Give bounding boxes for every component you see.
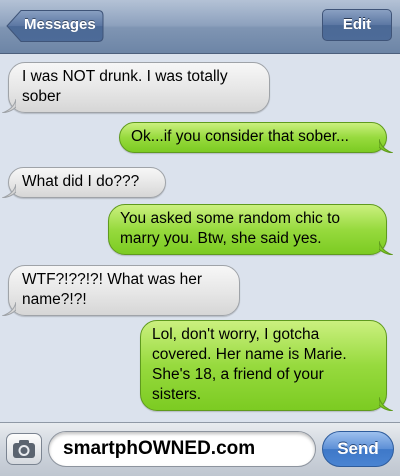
message-text-line: She's 18, a friend of your [152,366,324,383]
bubble-tail [2,302,16,316]
bubble-tail [2,184,16,198]
message-text-field[interactable]: smartphOWNED.com [48,431,316,467]
message-text-line: marry you. Btw, she said yes. [120,230,322,247]
bubble-tail [379,397,393,411]
send-button[interactable]: Send [322,431,394,467]
message-text-line: I was NOT drunk. I was totally [22,68,228,85]
navigation-bar: Messages Edit [0,0,400,54]
message-text-line: WTF?!??!?! What was her [22,271,203,288]
back-button[interactable]: Messages [6,9,104,43]
message-bubble-sent: Ok...if you consider that sober... [119,122,393,153]
message-text-line: sober [22,88,61,105]
bubble-tail [2,99,16,113]
message-text-line: Lol, don't worry, I gotcha [152,326,320,343]
message-bubble-received: What did I do??? [2,167,166,198]
camera-icon [13,440,35,458]
message-text-line: You asked some random chic to [120,210,340,227]
message-bubble-sent: Lol, don't worry, I gotcha covered. Her … [140,320,393,411]
messages-app: Messages Edit I was NOT drunk. I was tot… [0,0,400,476]
bubble-tail [379,241,393,255]
message-text-line: covered. Her name is Marie. [152,346,347,363]
message-text-line: What did I do??? [22,173,140,190]
message-input-bar: smartphOWNED.com Send [0,422,400,476]
message-bubble-sent: You asked some random chic to marry you.… [108,204,393,255]
bubble-tail [379,139,393,153]
message-bubble-received: I was NOT drunk. I was totally sober [2,62,270,113]
message-thread[interactable]: I was NOT drunk. I was totally sober Ok.… [0,54,400,422]
message-text-line: Ok...if you consider that sober... [131,128,349,145]
message-text-line: name?!?! [22,291,87,308]
message-text-line: sisters. [152,386,202,403]
back-button-label: Messages [24,16,96,33]
message-bubble-received: WTF?!??!?! What was her name?!?! [2,265,240,316]
camera-button[interactable] [6,433,42,465]
edit-button[interactable]: Edit [322,9,392,41]
